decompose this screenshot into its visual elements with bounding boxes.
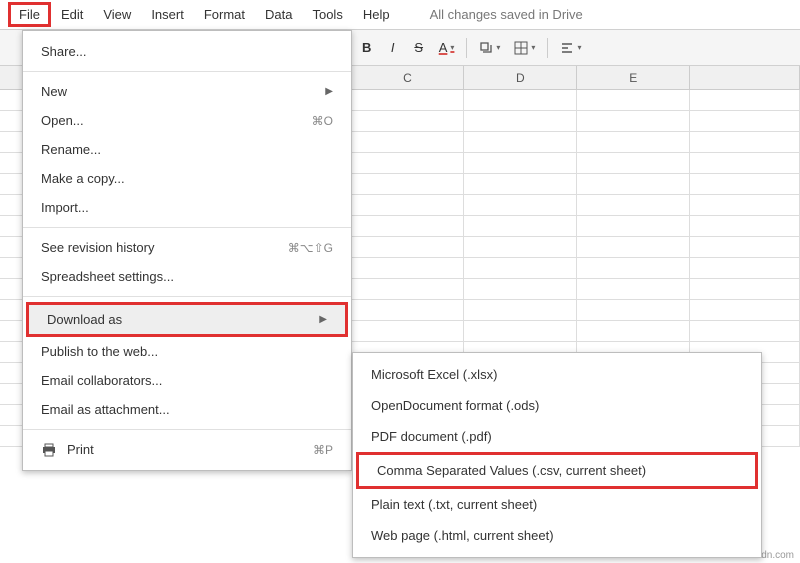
save-status: All changes saved in Drive: [430, 7, 583, 22]
menu-rename[interactable]: Rename...: [23, 135, 351, 164]
submenu-csv[interactable]: Comma Separated Values (.csv, current sh…: [359, 455, 755, 486]
italic-button[interactable]: I: [381, 36, 405, 60]
shortcut-label: ⌘P: [313, 443, 333, 457]
fill-color-button[interactable]: [473, 36, 506, 60]
column-header-c[interactable]: C: [352, 66, 465, 89]
menu-tools[interactable]: Tools: [302, 3, 352, 26]
chevron-right-icon: ▶: [325, 86, 333, 97]
chevron-right-icon: ▶: [319, 314, 327, 325]
menu-print[interactable]: Print⌘P: [23, 435, 351, 464]
menu-open[interactable]: Open...⌘O: [23, 106, 351, 135]
submenu-xlsx[interactable]: Microsoft Excel (.xlsx): [353, 359, 761, 390]
shortcut-label: ⌘O: [312, 114, 333, 128]
menubar: File Edit View Insert Format Data Tools …: [0, 0, 800, 30]
menu-edit[interactable]: Edit: [51, 3, 93, 26]
bold-button[interactable]: B: [355, 36, 379, 60]
strikethrough-button[interactable]: S: [407, 36, 431, 60]
submenu-html[interactable]: Web page (.html, current sheet): [353, 520, 761, 551]
download-as-submenu: Microsoft Excel (.xlsx) OpenDocument for…: [352, 352, 762, 558]
menu-publish-web[interactable]: Publish to the web...: [23, 337, 351, 366]
column-header-e[interactable]: E: [577, 66, 690, 89]
submenu-ods[interactable]: OpenDocument format (.ods): [353, 390, 761, 421]
menu-revision-history[interactable]: See revision history⌘⌥⇧G: [23, 233, 351, 262]
menu-email-collaborators[interactable]: Email collaborators...: [23, 366, 351, 395]
menu-make-copy[interactable]: Make a copy...: [23, 164, 351, 193]
horizontal-align-button[interactable]: [554, 36, 587, 60]
menu-view[interactable]: View: [93, 3, 141, 26]
menu-import[interactable]: Import...: [23, 193, 351, 222]
shortcut-label: ⌘⌥⇧G: [288, 241, 333, 255]
menu-help[interactable]: Help: [353, 3, 400, 26]
menu-file[interactable]: File: [8, 2, 51, 27]
menu-spreadsheet-settings[interactable]: Spreadsheet settings...: [23, 262, 351, 291]
menu-insert[interactable]: Insert: [141, 3, 194, 26]
text-color-button[interactable]: A: [433, 36, 461, 60]
menu-new[interactable]: New▶: [23, 77, 351, 106]
menu-format[interactable]: Format: [194, 3, 255, 26]
menu-data[interactable]: Data: [255, 3, 302, 26]
menu-download-as[interactable]: Download as▶: [29, 305, 345, 334]
column-header-d[interactable]: D: [464, 66, 577, 89]
menu-email-attachment[interactable]: Email as attachment...: [23, 395, 351, 424]
print-icon: [41, 443, 57, 457]
file-dropdown-menu: Share... New▶ Open...⌘O Rename... Make a…: [22, 30, 352, 471]
menu-share[interactable]: Share...: [23, 37, 351, 66]
borders-button[interactable]: [508, 36, 541, 60]
submenu-txt[interactable]: Plain text (.txt, current sheet): [353, 489, 761, 520]
submenu-pdf[interactable]: PDF document (.pdf): [353, 421, 761, 452]
